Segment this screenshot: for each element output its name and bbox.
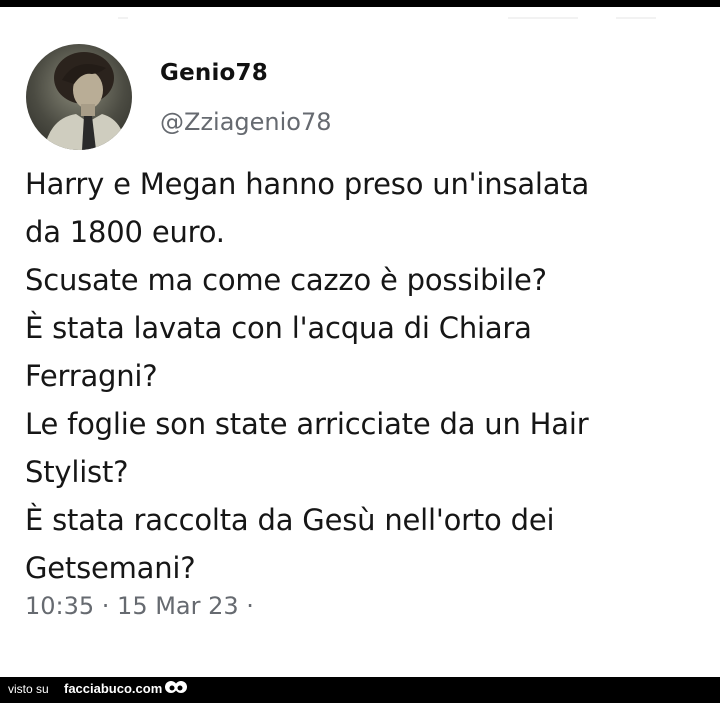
- seen-on-label: visto su: [8, 682, 49, 696]
- tweet-line: Scusate ma come cazzo è possibile?: [25, 263, 547, 297]
- tweet-line: Le foglie son state arricciate da un Hai…: [25, 407, 589, 441]
- watermark-footer: visto su facciabuco.com: [0, 677, 720, 703]
- tweet-line: È stata lavata con l'acqua di Chiara: [25, 311, 532, 345]
- tweet-line: Ferragni?: [25, 359, 158, 393]
- divider: [508, 17, 578, 19]
- tweet-screenshot: Genio78 @Zziagenio78 Harry e Megan hanno…: [0, 0, 720, 703]
- eyes-logo-icon: [164, 679, 188, 703]
- tweet-line: Harry e Megan hanno preso un'insalata: [25, 167, 590, 201]
- tweet-line: Stylist?: [25, 455, 129, 489]
- tweet-timestamp[interactable]: 10:35 · 15 Mar 23 ·: [25, 592, 254, 620]
- avatar[interactable]: [26, 44, 132, 150]
- tweet-line: Getsemani?: [25, 551, 196, 585]
- tweet-line: È stata raccolta da Gesù nell'orto dei: [25, 503, 555, 537]
- profile-photo-icon: [44, 52, 126, 150]
- tweet-line: da 1800 euro.: [25, 215, 225, 249]
- site-link[interactable]: facciabuco.com: [64, 681, 162, 696]
- top-border: [0, 0, 720, 7]
- author-handle[interactable]: @Zziagenio78: [160, 108, 332, 136]
- divider: [616, 17, 656, 19]
- tweet-body: Harry e Megan hanno preso un'insalata da…: [25, 160, 705, 592]
- author-name[interactable]: Genio78: [160, 60, 268, 86]
- divider: [118, 17, 128, 19]
